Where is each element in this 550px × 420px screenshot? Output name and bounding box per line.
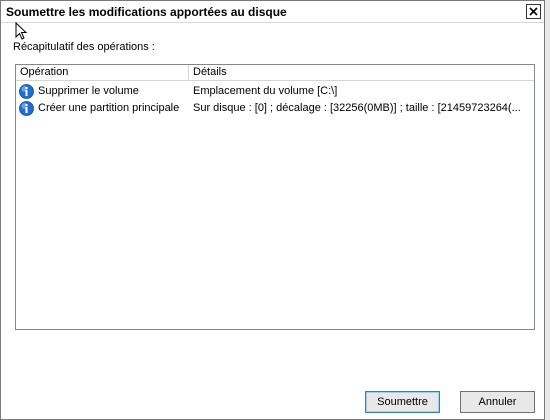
row-details: Emplacement du volume [C:\] xyxy=(193,85,338,97)
mouse-cursor-icon xyxy=(15,22,28,40)
dialog-title: Soumettre les modifications apportées au… xyxy=(6,5,287,19)
background-edge xyxy=(545,0,550,420)
list-row[interactable]: Créer une partition principale Sur disqu… xyxy=(16,100,534,117)
close-button[interactable] xyxy=(526,4,541,19)
close-icon xyxy=(529,7,538,16)
info-icon xyxy=(19,84,34,99)
list-header: Opération Détails xyxy=(16,65,534,81)
submit-button[interactable]: Soumettre xyxy=(365,391,440,413)
dialog-window: Soumettre les modifications apportées au… xyxy=(0,0,545,420)
column-header-details[interactable]: Détails xyxy=(189,65,534,81)
operations-list[interactable]: Opération Détails Supprimer le volume Em… xyxy=(15,64,535,330)
column-header-operation[interactable]: Opération xyxy=(16,65,189,81)
cancel-button[interactable]: Annuler xyxy=(460,391,535,413)
info-icon xyxy=(19,101,34,116)
row-operation: Créer une partition principale xyxy=(38,102,180,114)
list-row[interactable]: Supprimer le volume Emplacement du volum… xyxy=(16,83,534,100)
title-bar[interactable]: Soumettre les modifications apportées au… xyxy=(1,1,544,23)
row-details: Sur disque : [0] ; décalage : [32256(0MB… xyxy=(193,102,521,114)
summary-label: Récapitulatif des opérations : xyxy=(13,41,155,53)
row-operation: Supprimer le volume xyxy=(38,85,139,97)
